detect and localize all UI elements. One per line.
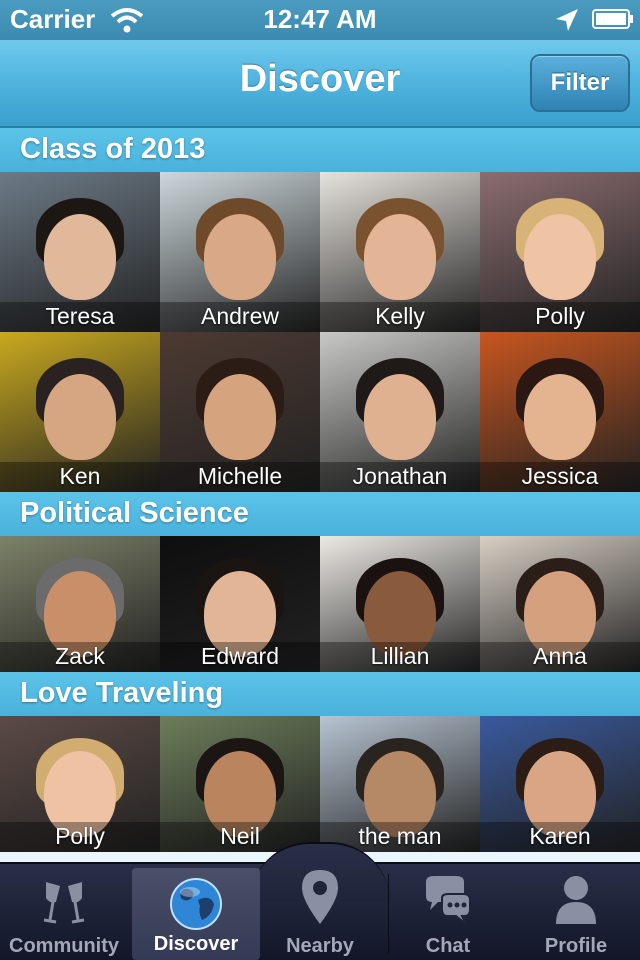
person-icon: [556, 876, 596, 924]
location-arrow-icon: [556, 9, 578, 31]
photo-grid: Polly Neil the man Karen: [0, 716, 640, 852]
tab-nearby[interactable]: Nearby: [256, 864, 384, 960]
person-name: Jessica: [521, 463, 599, 489]
person-tile[interactable]: Michelle: [160, 332, 320, 492]
person-name: Polly: [535, 303, 585, 329]
status-time: 12:47 AM: [263, 4, 377, 34]
person-name: Polly: [55, 823, 105, 849]
person-tile[interactable]: Karen: [480, 716, 640, 852]
person-name: Ken: [59, 463, 101, 489]
section-header: Love Traveling: [0, 672, 640, 716]
person-tile[interactable]: Edward: [160, 536, 320, 672]
person-tile[interactable]: Teresa: [0, 172, 160, 332]
tab-community[interactable]: Community: [0, 864, 128, 960]
section-header: Class of 2013: [0, 128, 640, 172]
photo-grid: Zack Edward Lillian Anna: [0, 536, 640, 672]
toast-glasses-icon: [43, 882, 85, 924]
person-tile[interactable]: Kelly: [320, 172, 480, 332]
person-name: Anna: [533, 643, 587, 669]
tab-label: Discover: [153, 933, 239, 955]
person-tile[interactable]: Anna: [480, 536, 640, 672]
person-name: Andrew: [201, 303, 279, 329]
filter-button[interactable]: Filter: [530, 54, 630, 112]
photo-face: [524, 373, 596, 460]
person-name: Jonathan: [352, 463, 448, 489]
tab-label: Community: [9, 935, 119, 957]
section-header: Political Science: [0, 492, 640, 536]
status-bar: Carrier 12:47 AM: [0, 0, 640, 40]
person-name: Michelle: [197, 463, 283, 489]
discover-list[interactable]: Class of 2013 Teresa Andrew Kelly Polly Ken Mi…: [0, 128, 640, 862]
tab-label: Profile: [544, 935, 608, 957]
tab-label: Chat: [425, 935, 471, 957]
photo-face: [524, 213, 596, 300]
person-tile[interactable]: Lillian: [320, 536, 480, 672]
person-tile[interactable]: Ken: [0, 332, 160, 492]
person-tile[interactable]: Andrew: [160, 172, 320, 332]
person-tile[interactable]: Neil: [160, 716, 320, 852]
tab-chat[interactable]: Chat: [384, 864, 512, 960]
globe-icon: [170, 878, 222, 930]
photo-face: [44, 213, 116, 300]
chat-bubbles-icon: [426, 876, 471, 925]
photo-grid: Teresa Andrew Kelly Polly Ken Michelle Jonatha…: [0, 172, 640, 492]
person-name: Teresa: [45, 303, 115, 329]
tab-discover[interactable]: Discover: [132, 868, 260, 960]
person-tile[interactable]: the man: [320, 716, 480, 852]
person-name: Karen: [529, 823, 591, 849]
location-pin-icon: [302, 870, 338, 924]
person-name: Zack: [55, 643, 105, 669]
tab-profile[interactable]: Profile: [512, 864, 640, 960]
person-tile[interactable]: Polly: [480, 172, 640, 332]
person-name: Kelly: [375, 303, 425, 329]
person-tile[interactable]: Jessica: [480, 332, 640, 492]
photo-face: [364, 213, 436, 300]
nav-bar: Discover Filter: [0, 40, 640, 128]
photo-face: [204, 373, 276, 460]
person-name: Edward: [201, 643, 279, 669]
person-tile[interactable]: Jonathan: [320, 332, 480, 492]
photo-face: [204, 213, 276, 300]
photo-face: [364, 373, 436, 460]
tab-label: Nearby: [286, 935, 354, 957]
person-tile[interactable]: Zack: [0, 536, 160, 672]
person-name: Lillian: [370, 643, 430, 669]
tab-bar: Community Discover Nearby Chat Profile: [0, 842, 640, 960]
battery-icon: [592, 9, 633, 29]
photo-face: [44, 373, 116, 460]
person-tile[interactable]: Polly: [0, 716, 160, 852]
